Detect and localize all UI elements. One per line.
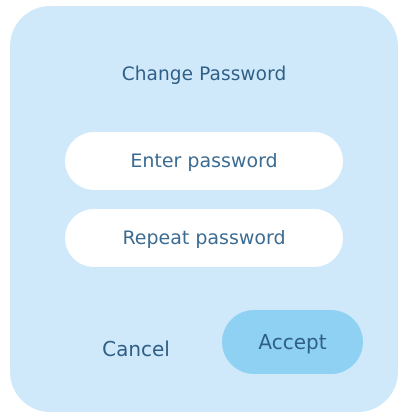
- accept-button[interactable]: Accept: [222, 310, 363, 374]
- change-password-dialog: Change Password Cancel Accept: [10, 6, 398, 412]
- password-input[interactable]: [65, 132, 343, 190]
- repeat-password-input[interactable]: [65, 209, 343, 267]
- dialog-title: Change Password: [121, 64, 287, 85]
- cancel-button[interactable]: Cancel: [82, 320, 190, 378]
